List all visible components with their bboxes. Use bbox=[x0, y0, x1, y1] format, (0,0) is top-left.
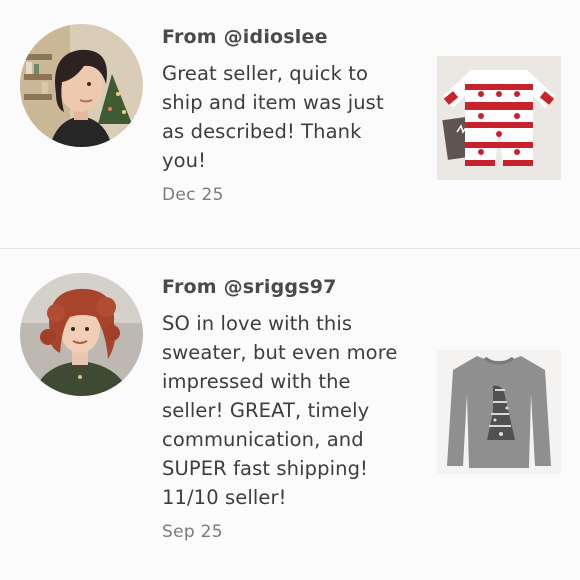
review-text-line: sweater, but even more bbox=[162, 341, 398, 364]
review-date: Dec 25 bbox=[162, 185, 224, 205]
reviewer-photo-icon bbox=[20, 24, 143, 147]
review-text-line: SUPER fast shipping! bbox=[162, 457, 368, 480]
reviewer-avatar[interactable] bbox=[20, 273, 143, 396]
review-text-line: Great seller, quick to bbox=[162, 62, 369, 85]
review-author[interactable]: From @sriggs97 bbox=[162, 276, 337, 298]
review-text-line: seller! GREAT, timely bbox=[162, 399, 370, 422]
reviewer-photo-icon bbox=[20, 273, 143, 396]
review-card: From @idioslee Great seller, quick to sh… bbox=[0, 0, 580, 248]
review-text-line: communication, and bbox=[162, 428, 364, 451]
review-date: Sep 25 bbox=[162, 522, 223, 542]
review-text-line: 11/10 seller! bbox=[162, 486, 287, 509]
reviewer-avatar[interactable] bbox=[20, 24, 143, 147]
review-text-line: SO in love with this bbox=[162, 312, 353, 335]
review-text-line: as described! Thank bbox=[162, 120, 362, 143]
listing-thumbnail[interactable] bbox=[437, 350, 561, 474]
review-card: From @sriggs97 SO in love with this swea… bbox=[0, 249, 580, 580]
listing-thumbnail[interactable] bbox=[437, 56, 561, 180]
review-text: Great seller, quick to ship and item was… bbox=[162, 59, 424, 175]
review-text: SO in love with this sweater, but even m… bbox=[162, 309, 424, 512]
review-author[interactable]: From @idioslee bbox=[162, 26, 328, 48]
review-text-line: ship and item was just bbox=[162, 91, 384, 114]
gray-sweater-photo-icon bbox=[437, 350, 561, 474]
reindeer-pajama-photo-icon bbox=[437, 56, 561, 180]
review-text-line: you! bbox=[162, 149, 207, 172]
review-text-line: impressed with the bbox=[162, 370, 351, 393]
